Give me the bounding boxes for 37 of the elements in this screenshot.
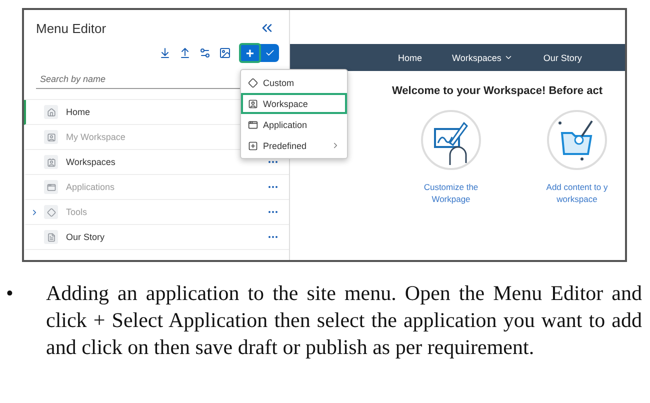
item-icon bbox=[44, 105, 58, 119]
bullet: • bbox=[6, 280, 14, 307]
item-icon bbox=[44, 230, 58, 244]
item-label: Workspaces bbox=[66, 157, 116, 167]
welcome-heading: Welcome to your Workspace! Before act bbox=[392, 85, 604, 97]
upload-icon[interactable] bbox=[179, 47, 191, 59]
nav-link[interactable]: Workspaces bbox=[452, 52, 514, 62]
check-icon bbox=[265, 48, 275, 58]
menu-item-icon bbox=[248, 98, 258, 108]
monitor-pen-drawing bbox=[420, 109, 482, 171]
chevron-right-icon bbox=[331, 141, 340, 150]
add-menu-item[interactable]: Workspace bbox=[241, 93, 347, 114]
item-label: Tools bbox=[66, 207, 88, 217]
menu-item-icon bbox=[248, 120, 258, 130]
download-icon[interactable] bbox=[159, 47, 171, 59]
nav-link[interactable]: Home bbox=[398, 52, 422, 62]
note-paragraph: Adding an application to the site menu. Open the Menu Editor and click + Select Application then select the application you want to add and click on then save draft or publish as per requirement. bbox=[46, 280, 642, 361]
image-icon[interactable] bbox=[219, 47, 231, 59]
nav-link[interactable]: Our Story bbox=[543, 52, 582, 62]
menu-item-icon bbox=[248, 78, 258, 88]
item-label: Home bbox=[66, 107, 90, 117]
card-link[interactable]: Add content to y workspace bbox=[546, 181, 608, 205]
item-label: My Workspace bbox=[66, 132, 126, 142]
folder-brush-drawing bbox=[546, 109, 608, 171]
item-icon bbox=[44, 180, 58, 194]
item-icon bbox=[44, 130, 58, 144]
add-button[interactable]: + bbox=[239, 43, 261, 63]
settings-icon[interactable] bbox=[199, 47, 211, 59]
card-link[interactable]: Customize the Workpage bbox=[424, 181, 478, 205]
item-label: Applications bbox=[66, 182, 115, 192]
panel-title: Menu Editor bbox=[36, 20, 106, 36]
item-label: Our Story bbox=[66, 232, 105, 242]
chevron-down-icon bbox=[504, 53, 514, 62]
menu-item-icon bbox=[248, 140, 258, 150]
item-icon bbox=[44, 155, 58, 169]
menu-item[interactable]: Our Story bbox=[24, 225, 289, 250]
item-icon bbox=[44, 205, 58, 219]
